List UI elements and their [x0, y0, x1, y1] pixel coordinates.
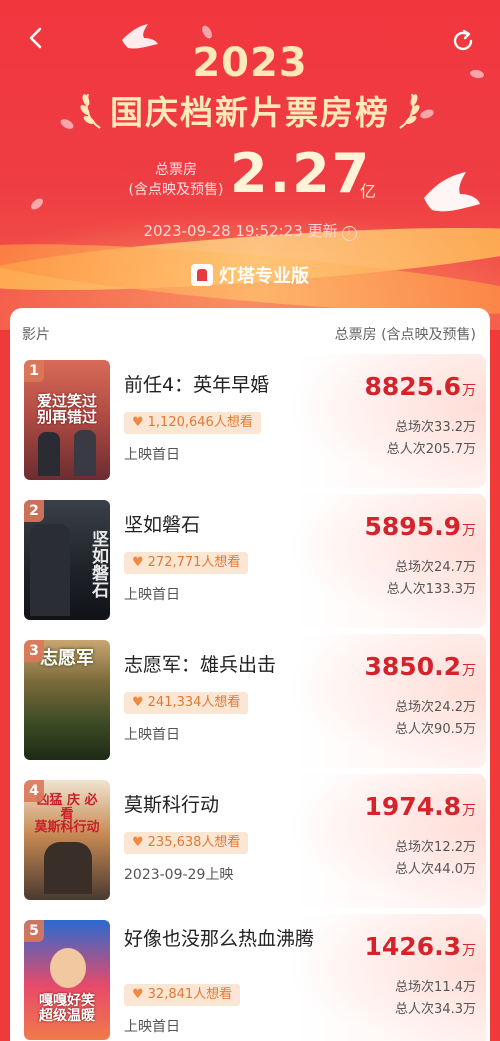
- movie-row[interactable]: 爱过笑过 别再错过 1 前任4：英年早婚 ♥ 1,120,646人想看 上映首日 …: [14, 354, 486, 488]
- poster-figure: [38, 432, 60, 476]
- total-shows: 总场次24.7万: [395, 560, 476, 575]
- hero-banner: 2023 国庆档新片票房榜 总票房 (含点映及预售) 2.27 亿 2023-0…: [0, 0, 500, 330]
- rank-badge: 2: [24, 500, 44, 522]
- want-to-see-badge: ♥ 235,638人想看: [124, 832, 249, 854]
- total-box-label-line2: (含点映及预售): [128, 182, 224, 198]
- rank-badge: 4: [24, 780, 44, 802]
- total-shows: 总场次33.2万: [395, 420, 476, 435]
- release-status: 上映首日: [124, 1019, 180, 1035]
- update-time: 2023-09-28 19:52:23 更新 i: [0, 220, 500, 241]
- total-shows: 总场次12.2万: [395, 840, 476, 855]
- page-title: 国庆档新片票房榜: [110, 93, 390, 132]
- want-to-see-badge: ♥ 32,841人想看: [124, 984, 241, 1006]
- movie-title: 前任4：英年早婚: [124, 374, 270, 396]
- box-office-number: 1974.8: [364, 792, 461, 821]
- box-office-number: 5895.9: [364, 512, 461, 541]
- total-box-value: 2.27: [230, 142, 372, 205]
- column-film: 影片: [22, 327, 50, 343]
- info-icon[interactable]: i: [341, 226, 357, 241]
- total-viewers: 总人次44.0万: [395, 862, 476, 877]
- rank-badge: 3: [24, 640, 44, 662]
- poster-text: 坚如磐石: [88, 530, 108, 598]
- brand-name: 灯塔专业版: [219, 266, 309, 287]
- box-office-value: 5895.9万: [365, 512, 476, 541]
- total-shows: 总场次24.2万: [395, 700, 476, 715]
- release-status: 上映首日: [124, 587, 180, 603]
- heart-icon: ♥: [132, 987, 144, 1002]
- page-title-wrap: 国庆档新片票房榜: [0, 86, 500, 134]
- petal-decoration: [200, 23, 214, 41]
- total-viewers: 总人次90.5万: [395, 722, 476, 737]
- box-office-value: 1426.3万: [365, 932, 476, 961]
- box-office-unit: 万: [462, 663, 476, 679]
- total-box-unit: 亿: [360, 182, 377, 201]
- box-office-value: 1974.8万: [365, 792, 476, 821]
- release-status: 上映首日: [124, 447, 180, 463]
- want-count: 241,334人想看: [147, 695, 241, 710]
- box-office-value: 3850.2万: [365, 652, 476, 681]
- want-count: 32,841人想看: [147, 987, 233, 1002]
- total-box-label-line1: 总票房: [155, 162, 197, 178]
- poster-figure: [74, 430, 96, 476]
- movie-poster: 凶猛 庆 必看 莫斯科行动 4: [24, 780, 110, 900]
- heart-icon: ♥: [132, 555, 144, 570]
- movie-row[interactable]: 凶猛 庆 必看 莫斯科行动 4 莫斯科行动 ♥ 235,638人想看 2023-0…: [14, 774, 486, 908]
- heart-icon: ♥: [132, 415, 144, 430]
- rank-badge: 5: [24, 920, 44, 942]
- total-viewers: 总人次34.3万: [395, 1002, 476, 1017]
- poster-text: 嘎嘎好笑 超级温暖: [39, 993, 95, 1024]
- rank-badge: 1: [24, 360, 44, 382]
- total-shows: 总场次11.4万: [395, 980, 476, 995]
- movie-row[interactable]: 坚如磐石 2 坚如磐石 ♥ 272,771人想看 上映首日 5895.9万 总场次…: [14, 494, 486, 628]
- poster-figure: [30, 524, 70, 616]
- box-office-unit: 万: [462, 383, 476, 399]
- release-status: 上映首日: [124, 727, 180, 743]
- movie-row[interactable]: 志愿军 3 志愿军：雄兵出击 ♥ 241,334人想看 上映首日 3850.2万 …: [14, 634, 486, 768]
- movie-title: 志愿军：雄兵出击: [124, 654, 277, 676]
- movie-poster: 嘎嘎好笑 超级温暖 5: [24, 920, 110, 1040]
- movie-title: 坚如磐石: [124, 514, 201, 536]
- box-office-value: 8825.6万: [365, 372, 476, 401]
- update-time-text: 2023-09-28 19:52:23 更新: [143, 222, 338, 240]
- box-office-number: 3850.2: [364, 652, 461, 681]
- table-header: 影片 总票房 (含点映及预售): [10, 308, 490, 356]
- total-box-label: 总票房 (含点映及预售): [128, 160, 224, 200]
- year-heading: 2023: [192, 40, 308, 86]
- want-to-see-badge: ♥ 241,334人想看: [124, 692, 249, 714]
- heart-icon: ♥: [132, 695, 144, 710]
- brand-logo: 灯塔专业版: [0, 262, 500, 288]
- movie-poster: 坚如磐石 2: [24, 500, 110, 620]
- box-office-unit: 万: [462, 523, 476, 539]
- box-office-number: 8825.6: [364, 372, 461, 401]
- column-box-office: 总票房 (含点映及预售): [334, 327, 476, 343]
- want-count: 1,120,646人想看: [147, 415, 253, 430]
- movie-title: 莫斯科行动: [124, 794, 220, 816]
- poster-figure: [44, 842, 92, 894]
- heart-icon: ♥: [132, 835, 144, 850]
- release-status: 2023-09-29上映: [124, 867, 234, 883]
- box-office-unit: 万: [462, 943, 476, 959]
- want-count: 235,638人想看: [147, 835, 241, 850]
- box-office-unit: 万: [462, 803, 476, 819]
- poster-text: 爱过笑过 别再错过: [36, 392, 97, 426]
- want-to-see-badge: ♥ 272,771人想看: [124, 552, 249, 574]
- dove-icon: [424, 172, 480, 212]
- lighthouse-icon: [191, 264, 213, 286]
- movie-poster: 爱过笑过 别再错过 1: [24, 360, 110, 480]
- total-viewers: 总人次133.3万: [386, 582, 476, 597]
- ranking-card: 影片 总票房 (含点映及预售) 爱过笑过 别再错过 1 前任4：英年早婚 ♥ 1,…: [10, 308, 490, 1041]
- poster-figure: [50, 948, 86, 988]
- box-office-number: 1426.3: [364, 932, 461, 961]
- want-to-see-badge: ♥ 1,120,646人想看: [124, 412, 261, 434]
- movie-title: 好像也没那么热血沸腾: [124, 928, 315, 950]
- movie-row[interactable]: 嘎嘎好笑 超级温暖 5 好像也没那么热血沸腾 ♥ 32,841人想看 上映首日 1…: [14, 914, 486, 1041]
- want-count: 272,771人想看: [147, 555, 241, 570]
- total-viewers: 总人次205.7万: [386, 442, 476, 457]
- movie-poster: 志愿军 3: [24, 640, 110, 760]
